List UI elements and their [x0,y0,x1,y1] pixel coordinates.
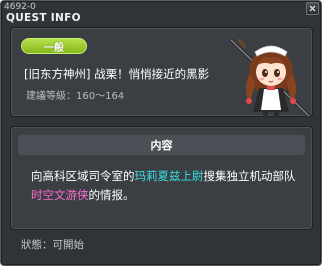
status-value: 可開始 [52,239,85,251]
close-icon [309,5,316,12]
maid-character-with-sword-icon [229,38,311,118]
quest-title: [旧东方神州] 战栗！悄悄接近的黑影 [24,67,210,81]
content-text-2: 搜集独立机动部队 [203,169,296,183]
content-header: 内容 [18,135,305,155]
npc-name-highlight: 玛莉夏兹上尉 [134,169,204,183]
quest-summary-panel: 一般 [旧东方神州] 战栗！悄悄接近的黑影 建議等級：160～164 [10,27,313,118]
window-title: QUEST INFO [6,12,81,24]
close-button[interactable] [306,2,319,15]
level-range: 160～164 [76,91,125,102]
quest-level: 建議等級：160～164 [26,90,124,104]
status-label: 狀態： [21,239,53,251]
level-label: 建議等級： [26,91,76,102]
content-text-1: 向高科区域司令室的 [31,169,135,183]
quest-info-window: 4692-0 QUEST INFO 一般 [旧东方神州] 战栗！悄悄接近的黑影 … [0,0,322,266]
content-text-3: 的情报。 [88,188,135,202]
quest-category-badge: 一般 [21,38,87,54]
quest-content-panel: 内容 向高科区域司令室的玛莉夏兹上尉搜集独立机动部队时空文游侠的情报。 [10,126,313,230]
quest-status: 狀態：可開始 [21,238,84,252]
content-description: 向高科区域司令室的玛莉夏兹上尉搜集独立机动部队时空文游侠的情报。 [31,167,301,205]
target-name-highlight: 时空文游侠 [31,188,89,202]
